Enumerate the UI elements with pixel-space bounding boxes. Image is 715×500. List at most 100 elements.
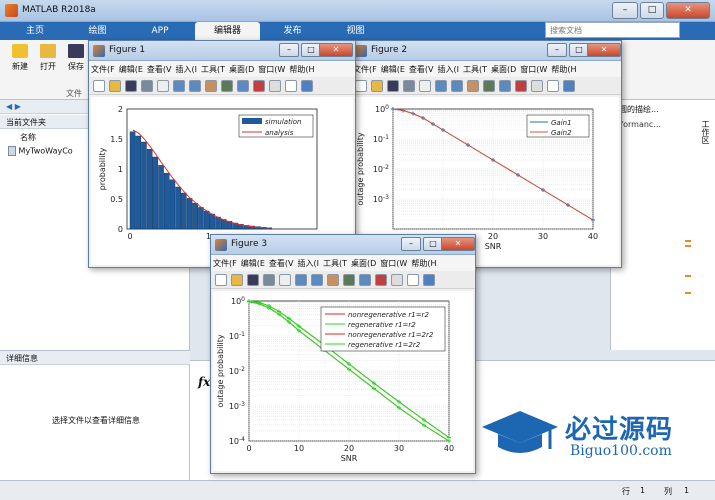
figure3-titlebar[interactable]: Figure 3 – □ ✕ bbox=[211, 235, 475, 255]
toolbar-tool-icon[interactable] bbox=[221, 80, 233, 92]
toolbar-tool-icon[interactable] bbox=[531, 80, 543, 92]
tab-editor[interactable]: 编辑器 bbox=[195, 22, 260, 40]
menu-help[interactable]: 帮助(H bbox=[409, 255, 438, 271]
menu-view[interactable]: 查看(V bbox=[267, 255, 296, 271]
minimize-button[interactable]: – bbox=[401, 237, 421, 251]
search-docs-input[interactable]: 搜索文档 bbox=[545, 22, 680, 38]
menu-file[interactable]: 文件(F bbox=[211, 255, 239, 271]
menu-help[interactable]: 帮助(H bbox=[287, 61, 316, 77]
menu-view[interactable]: 查看(V bbox=[145, 61, 174, 77]
toolbar-tool-icon[interactable] bbox=[247, 274, 259, 286]
toolbar-tool-icon[interactable] bbox=[343, 274, 355, 286]
toolbar-tool-icon[interactable] bbox=[253, 80, 265, 92]
toolbar-tool-icon[interactable] bbox=[403, 80, 415, 92]
x-tick-label: 20 bbox=[488, 232, 498, 241]
toolbar-tool-icon[interactable] bbox=[371, 80, 383, 92]
menu-desktop[interactable]: 桌面(D bbox=[349, 255, 378, 271]
figure1-titlebar[interactable]: Figure 1 – □ ✕ bbox=[89, 41, 355, 61]
toolbar-tool-icon[interactable] bbox=[359, 274, 371, 286]
menu-edit[interactable]: 编辑(E bbox=[117, 61, 145, 77]
minimize-button[interactable]: – bbox=[547, 43, 567, 57]
menu-tools[interactable]: 工具(T bbox=[321, 255, 349, 271]
toolbar-tool-icon[interactable] bbox=[547, 80, 559, 92]
maximize-button[interactable]: □ bbox=[301, 43, 321, 57]
toolbar-tool-icon[interactable] bbox=[419, 80, 431, 92]
figure3-window[interactable]: Figure 3 – □ ✕ 文件(F 编辑(E 查看(V 插入(I 工具(T 桌面(D 窗… bbox=[210, 234, 476, 474]
toolbar-tool-icon[interactable] bbox=[301, 80, 313, 92]
histogram-bar bbox=[203, 210, 210, 230]
save-button[interactable]: 保存 bbox=[62, 42, 90, 72]
back-arrow-icon[interactable]: ◀ ▶ bbox=[6, 102, 21, 111]
toolbar-tool-icon[interactable] bbox=[141, 80, 153, 92]
maximize-button[interactable]: □ bbox=[569, 43, 589, 57]
menu-insert[interactable]: 插入(I bbox=[174, 61, 199, 77]
menu-file[interactable]: 文件(F bbox=[89, 61, 117, 77]
toolbar-tool-icon[interactable] bbox=[563, 80, 575, 92]
toolbar-tool-icon[interactable] bbox=[109, 80, 121, 92]
toolbar-tool-icon[interactable] bbox=[355, 80, 367, 92]
open-button[interactable]: 打开 bbox=[34, 42, 62, 72]
menu-window[interactable]: 窗口(W bbox=[256, 61, 287, 77]
menu-edit[interactable]: 编辑(E bbox=[379, 61, 407, 77]
toolbar-tool-icon[interactable] bbox=[451, 80, 463, 92]
tab-plots[interactable]: 绘图 bbox=[70, 22, 125, 40]
toolbar-tool-icon[interactable] bbox=[499, 80, 511, 92]
toolbar-tool-icon[interactable] bbox=[279, 274, 291, 286]
toolbar-tool-icon[interactable] bbox=[237, 80, 249, 92]
tab-home[interactable]: 主页 bbox=[10, 22, 60, 40]
close-button[interactable]: ✕ bbox=[441, 237, 475, 251]
workspace-side-tab[interactable]: 工作区 bbox=[699, 120, 711, 190]
toolbar-tool-icon[interactable] bbox=[231, 274, 243, 286]
toolbar-tool-icon[interactable] bbox=[93, 80, 105, 92]
toolbar-tool-icon[interactable] bbox=[467, 80, 479, 92]
menu-insert[interactable]: 插入(I bbox=[436, 61, 461, 77]
toolbar-tool-icon[interactable] bbox=[173, 80, 185, 92]
menu-edit[interactable]: 编辑(E bbox=[239, 255, 267, 271]
menu-desktop[interactable]: 桌面(D bbox=[489, 61, 518, 77]
toolbar-tool-icon[interactable] bbox=[435, 80, 447, 92]
close-button[interactable]: ✕ bbox=[587, 43, 621, 57]
maximize-button[interactable]: □ bbox=[640, 2, 664, 19]
toolbar-tool-icon[interactable] bbox=[215, 274, 227, 286]
toolbar-tool-icon[interactable] bbox=[327, 274, 339, 286]
figure-icon bbox=[215, 239, 227, 251]
toolbar-tool-icon[interactable] bbox=[387, 80, 399, 92]
toolbar-tool-icon[interactable] bbox=[407, 274, 419, 286]
toolbar-tool-icon[interactable] bbox=[189, 80, 201, 92]
toolbar-tool-icon[interactable] bbox=[263, 274, 275, 286]
toolbar-tool-icon[interactable] bbox=[285, 80, 297, 92]
menu-window[interactable]: 窗口(W bbox=[518, 61, 549, 77]
menu-help[interactable]: 帮助(H bbox=[549, 61, 578, 77]
menu-view[interactable]: 查看(V bbox=[407, 61, 436, 77]
toolbar-tool-icon[interactable] bbox=[125, 80, 137, 92]
toolbar-tool-icon[interactable] bbox=[205, 80, 217, 92]
watermark-cn: 必过源码 bbox=[565, 415, 674, 445]
menu-insert[interactable]: 插入(I bbox=[296, 255, 321, 271]
menu-window[interactable]: 窗口(W bbox=[378, 255, 409, 271]
toolbar-tool-icon[interactable] bbox=[423, 274, 435, 286]
tab-publish[interactable]: 发布 bbox=[265, 22, 320, 40]
figure-icon bbox=[93, 45, 105, 57]
minimize-button[interactable]: – bbox=[279, 43, 299, 57]
toolbar-tool-icon[interactable] bbox=[391, 274, 403, 286]
toolbar-tool-icon[interactable] bbox=[311, 274, 323, 286]
toolbar-tool-icon[interactable] bbox=[295, 274, 307, 286]
figure3-menubar: 文件(F 编辑(E 查看(V 插入(I 工具(T 桌面(D 窗口(W 帮助(H bbox=[211, 255, 475, 271]
minimize-button[interactable]: – bbox=[612, 2, 638, 19]
column-header-name[interactable]: 名称 bbox=[20, 132, 36, 143]
tab-view[interactable]: 视图 bbox=[328, 22, 383, 40]
menu-tools[interactable]: 工具(T bbox=[461, 61, 489, 77]
maximize-button[interactable]: □ bbox=[423, 237, 443, 251]
toolbar-tool-icon[interactable] bbox=[269, 80, 281, 92]
close-button[interactable]: ✕ bbox=[666, 2, 710, 19]
tab-apps[interactable]: APP bbox=[135, 22, 185, 40]
close-button[interactable]: ✕ bbox=[319, 43, 353, 57]
toolbar-tool-icon[interactable] bbox=[157, 80, 169, 92]
toolbar-tool-icon[interactable] bbox=[375, 274, 387, 286]
toolbar-tool-icon[interactable] bbox=[515, 80, 527, 92]
menu-tools[interactable]: 工具(T bbox=[199, 61, 227, 77]
new-button[interactable]: 新建 bbox=[6, 42, 34, 72]
figure2-titlebar[interactable]: Figure 2 – □ ✕ bbox=[351, 41, 621, 61]
menu-desktop[interactable]: 桌面(D bbox=[227, 61, 256, 77]
toolbar-tool-icon[interactable] bbox=[483, 80, 495, 92]
